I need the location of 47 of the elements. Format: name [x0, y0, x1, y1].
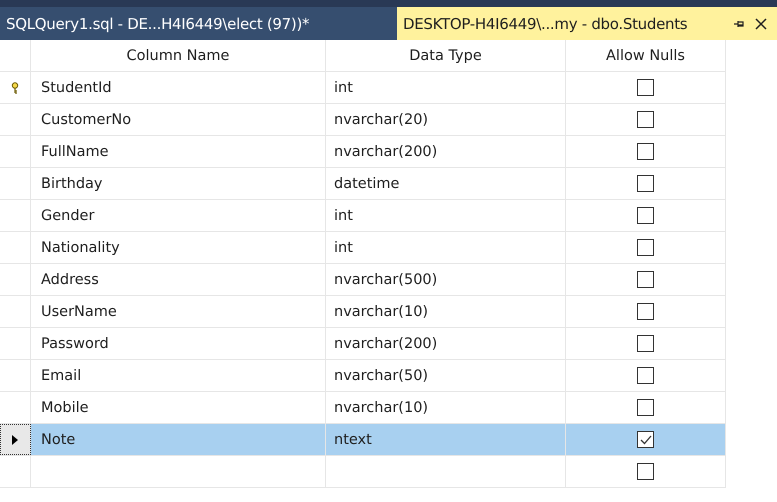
allow-nulls-checkbox[interactable] — [637, 431, 654, 448]
tab-title: SQLQuery1.sql - DE...H4I6449\elect (97))* — [6, 14, 310, 32]
column-name-cell[interactable]: Email — [31, 360, 326, 391]
close-icon[interactable] — [755, 18, 767, 30]
column-name-cell[interactable]: StudentId — [31, 72, 326, 103]
allow-nulls-checkbox[interactable] — [637, 79, 654, 96]
allow-nulls-checkbox[interactable] — [637, 335, 654, 352]
allow-nulls-checkbox[interactable] — [637, 207, 654, 224]
data-type-cell[interactable]: ntext — [326, 424, 566, 455]
allow-nulls-checkbox[interactable] — [637, 143, 654, 160]
allow-nulls-checkbox[interactable] — [637, 111, 654, 128]
allow-nulls-checkbox[interactable] — [637, 463, 654, 480]
document-tab[interactable]: DESKTOP-H4I6449\...my - dbo.Students — [397, 7, 777, 40]
column-name-cell[interactable]: CustomerNo — [31, 104, 326, 135]
column-name-cell[interactable]: Address — [31, 264, 326, 295]
data-type-cell[interactable]: int — [326, 232, 566, 263]
allow-nulls-checkbox[interactable] — [637, 367, 654, 384]
allow-nulls-checkbox[interactable] — [637, 399, 654, 416]
allow-nulls-checkbox[interactable] — [637, 175, 654, 192]
column-name-cell[interactable]: Birthday — [31, 168, 326, 199]
data-type-cell[interactable]: int — [326, 72, 566, 103]
allow-nulls-checkbox[interactable] — [637, 239, 654, 256]
column-name-cell[interactable]: Password — [31, 328, 326, 359]
column-name-cell[interactable]: Gender — [31, 200, 326, 231]
data-type-cell[interactable]: nvarchar(10) — [326, 296, 566, 327]
data-type-cell[interactable]: int — [326, 200, 566, 231]
tab-title: DESKTOP-H4I6449\...my - dbo.Students — [403, 14, 688, 32]
column-name-cell[interactable]: Note — [31, 424, 326, 455]
allow-nulls-checkbox[interactable] — [637, 303, 654, 320]
data-type-cell[interactable]: datetime — [326, 168, 566, 199]
data-type-cell[interactable]: nvarchar(500) — [326, 264, 566, 295]
data-type-cell[interactable]: nvarchar(20) — [326, 104, 566, 135]
checkmark-icon — [640, 434, 652, 444]
column-name-cell[interactable]: Nationality — [31, 232, 326, 263]
column-name-cell[interactable]: FullName — [31, 136, 326, 167]
column-header: Column Name — [31, 40, 326, 71]
column-header: Allow Nulls — [566, 40, 726, 71]
column-name-cell[interactable]: UserName — [31, 296, 326, 327]
allow-nulls-checkbox[interactable] — [637, 271, 654, 288]
data-type-cell[interactable]: nvarchar(10) — [326, 392, 566, 423]
document-tab[interactable]: SQLQuery1.sql - DE...H4I6449\elect (97))* — [0, 7, 397, 40]
data-type-cell[interactable]: nvarchar(200) — [326, 328, 566, 359]
data-type-cell[interactable]: nvarchar(50) — [326, 360, 566, 391]
data-type-cell[interactable]: nvarchar(200) — [326, 136, 566, 167]
column-header: Data Type — [326, 40, 566, 71]
column-name-cell[interactable]: Mobile — [31, 392, 326, 423]
current-row-icon — [11, 434, 19, 446]
